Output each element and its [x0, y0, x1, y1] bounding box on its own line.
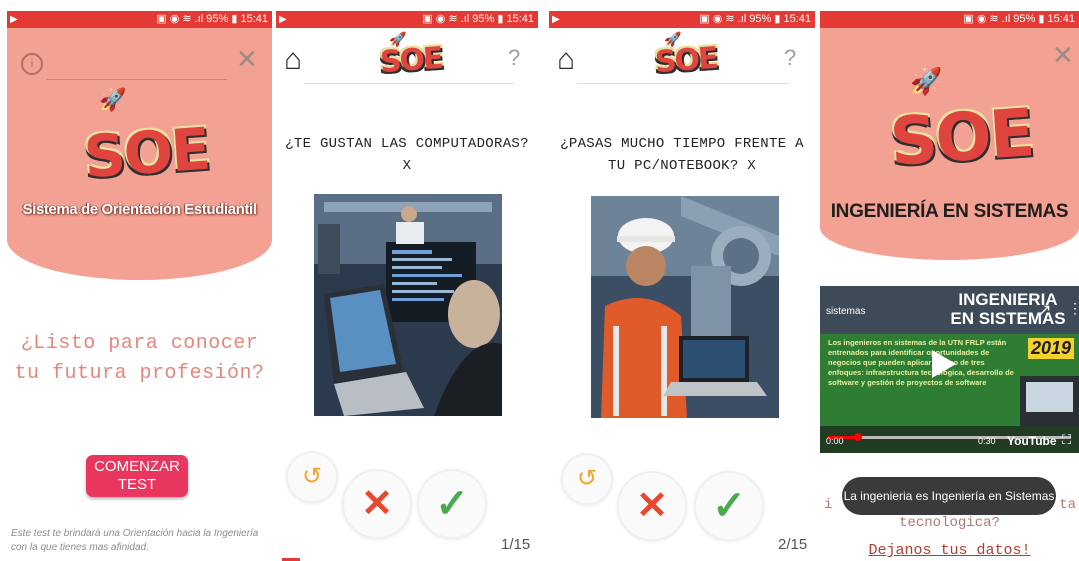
screen-question-2: ▶ ▣ ◉ ≋ .ıl 95% ▮ 15:41 ⌂ 🚀 SOE ? ¿PASAS… — [549, 11, 815, 561]
toast-message: La ingenieria es Ingeniería en Sistemas — [842, 477, 1056, 515]
app-subtitle: Sistema de Orientación Estudiantil — [22, 201, 257, 218]
share-icon[interactable]: ↗ — [1038, 300, 1051, 320]
clock: 15:41 — [506, 13, 534, 25]
question: ¿TE GUSTAN LAS COMPUTADORAS? X — [276, 133, 538, 177]
status-bar: ▶ ▣ ◉ ≋ .ıl 95% ▮ 15:41 — [549, 11, 815, 28]
status-icons: ▣ ◉ ≋ .ıl — [699, 13, 750, 25]
status-bar: ▶ ▣ ◉ ≋ .ıl 95% ▮ 15:41 — [7, 11, 272, 28]
footnote-line-1: Este test te brindará una Orientación ha… — [11, 528, 259, 539]
logo-text: SOE — [887, 94, 1036, 181]
question: ¿PASAS MUCHO TIEMPO FRENTE A TU PC/NOTEB… — [549, 133, 815, 177]
battery-level: 95% — [1013, 13, 1036, 25]
logo-text: SOE — [81, 114, 211, 192]
logo-text: SOE — [378, 40, 443, 81]
undo-icon[interactable]: ↺ — [561, 453, 613, 505]
status-bar: ▣ ◉ ≋ .ıl 95% ▮ 15:41 — [820, 11, 1079, 28]
home-icon[interactable]: ⌂ — [284, 43, 302, 77]
screen-question-1: ▶ ▣ ◉ ≋ .ıl 95% ▮ 15:41 ⌂ 🚀 SOE ? ¿TE GU… — [276, 11, 538, 561]
help-icon[interactable]: ? — [784, 45, 796, 71]
clock: 15:41 — [783, 13, 811, 25]
battery-level: 95% — [206, 13, 229, 25]
headline: ¿Listo para conocer tu futura profesión? — [7, 329, 272, 389]
notification-icon: ▶ — [279, 14, 287, 25]
question-line-1: ¿TE GUSTAN LAS COMPUTADORAS? — [285, 136, 529, 152]
headline-line-2: tu futura profesión? — [14, 362, 265, 385]
notification-icon: ▶ — [552, 14, 560, 25]
status-icons: ▣ ◉ ≋ .ıl — [963, 13, 1014, 25]
start-test-button[interactable]: COMENZAR TEST — [86, 455, 188, 497]
video-title-line-1: INGENIERIA — [958, 290, 1058, 309]
question-line-1: ¿PASAS MUCHO TIEMPO FRENTE A — [560, 136, 804, 152]
screen-welcome: ▶ ▣ ◉ ≋ .ıl 95% ▮ 15:41 i ✕ 🚀 SOE Sistem… — [7, 11, 272, 561]
divider — [47, 79, 227, 80]
notification-icon: ▶ — [10, 14, 18, 25]
screen-result: ▣ ◉ ≋ .ıl 95% ▮ 15:41 ✕ 🚀 SOE INGENIERÍA… — [820, 11, 1079, 561]
partial-text-left: i — [824, 497, 833, 513]
question-counter: 2/15 — [778, 536, 808, 553]
soe-logo: SOE — [378, 40, 443, 81]
accept-icon[interactable]: ✓ — [417, 469, 487, 539]
video-time-total: 0:30 — [978, 436, 996, 446]
play-icon[interactable] — [932, 350, 956, 378]
battery-level: 95% — [472, 13, 495, 25]
question-line-2: TU PC/NOTEBOOK? X — [608, 158, 756, 174]
leave-data-link[interactable]: Dejanos tus datos! — [820, 542, 1079, 559]
footnote: Este test te brindará una Orientación ha… — [11, 527, 271, 555]
logo-text: SOE — [653, 40, 718, 81]
youtube-logo[interactable]: YouTube — [1007, 434, 1057, 448]
undo-icon[interactable]: ↺ — [286, 451, 338, 503]
status-bar: ▶ ▣ ◉ ≋ .ıl 95% ▮ 15:41 — [276, 11, 538, 28]
reject-icon[interactable]: ✕ — [342, 469, 412, 539]
video-title: INGENIERIA EN SISTEMAS — [944, 290, 1072, 328]
question-image — [314, 194, 502, 416]
video-time-current: 0:00 — [826, 436, 844, 446]
info-icon[interactable]: i — [21, 53, 43, 75]
question-counter: 1/15 — [501, 536, 531, 553]
soe-logo: SOE — [653, 40, 718, 81]
career-title: INGENIERÍA EN SISTEMAS — [830, 201, 1069, 222]
engineer-laptop-photo — [591, 196, 779, 418]
battery-level: 95% — [749, 13, 772, 25]
question-image — [591, 196, 779, 418]
fullscreen-icon[interactable]: ⛶ — [1062, 432, 1071, 448]
header-divider — [577, 83, 789, 84]
rocket-icon: 🚀 — [910, 66, 943, 96]
tech-question-line: tecnologica? — [899, 515, 1000, 531]
video-player[interactable]: sistemas INGENIERIA EN SISTEMAS 2019 Los… — [820, 286, 1079, 453]
video-title-line-2: EN SISTEMAS — [950, 309, 1066, 328]
close-icon[interactable]: ✕ — [236, 45, 258, 75]
soe-logo: SOE — [82, 115, 211, 192]
rocket-icon: 🚀 — [99, 87, 127, 112]
home-icon[interactable]: ⌂ — [557, 43, 575, 77]
soe-logo: SOE — [887, 94, 1035, 181]
menu-icon[interactable]: ⋮ — [1068, 300, 1079, 317]
video-year: 2019 — [1028, 338, 1075, 359]
footnote-line-2: con la que tienes mas afinidad. — [11, 542, 149, 553]
header-divider — [304, 83, 514, 84]
office-computers-photo — [314, 194, 502, 416]
help-icon[interactable]: ? — [508, 45, 520, 71]
reject-icon[interactable]: ✕ — [617, 471, 687, 541]
question-line-2: X — [402, 158, 412, 174]
video-channel: sistemas — [826, 306, 866, 317]
start-button-line-1: COMENZAR — [94, 458, 180, 475]
clock: 15:41 — [240, 13, 268, 25]
close-icon[interactable]: ✕ — [1052, 41, 1074, 71]
status-icons: ▣ ◉ ≋ .ıl — [422, 13, 473, 25]
start-button-line-2: TEST — [117, 476, 157, 493]
clock: 15:41 — [1047, 13, 1075, 25]
accept-icon[interactable]: ✓ — [694, 471, 764, 541]
video-description: Los ingenieros en sistemas de la UTN FRL… — [828, 338, 1014, 387]
status-icons: ▣ ◉ ≋ .ıl — [156, 13, 207, 25]
headline-line-1: ¿Listo para conocer — [20, 332, 259, 355]
